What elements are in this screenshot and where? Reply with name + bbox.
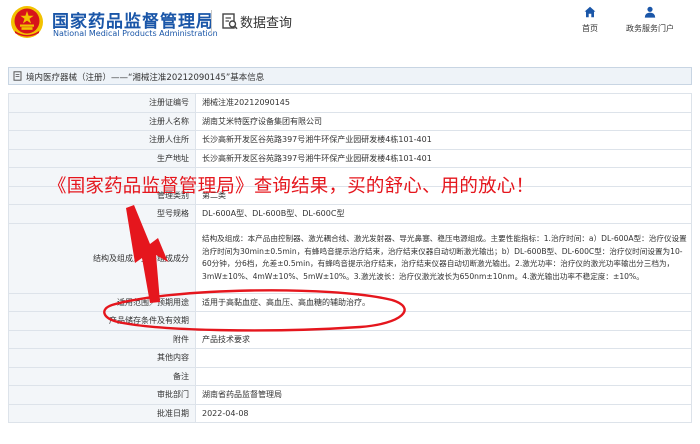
table-row: 结构及组成／主要组成成分 结构及组成：本产品由控制器、激光耦合线、激光发射器、导… xyxy=(8,222,692,294)
field-value: 湘械注准20212090145 xyxy=(195,93,692,113)
nav-home[interactable]: 首页 xyxy=(575,6,605,38)
field-value: DL-600A型、DL-600B型、DL-600C型 xyxy=(195,204,692,224)
field-value: 湖南省药品监督管理局 xyxy=(195,385,692,405)
data-query-icon xyxy=(222,13,238,30)
breadcrumb-text: 境内医疗器械（注册）——“湘械注准20212090145”基本信息 xyxy=(26,73,265,83)
national-emblem-icon xyxy=(11,6,43,38)
table-row: 注册证编号 湘械注准20212090145 xyxy=(8,93,692,113)
nav-government-service[interactable]: 政务服务门户 xyxy=(622,6,678,38)
nav-government-service-label: 政务服务门户 xyxy=(626,24,674,33)
table-row: 注册人名称 湖南艾米特医疗设备集团有限公司 xyxy=(8,111,692,131)
field-label: 附件 xyxy=(8,329,196,349)
table-row: 产品储存条件及有效期 xyxy=(8,311,692,331)
field-value: 结构及组成：本产品由控制器、激光耦合线、激光发射器、导光鼻塞、稳压电源组成。主要… xyxy=(195,222,692,294)
field-label: 结构及组成／主要组成成分 xyxy=(8,222,196,294)
nav-home-label: 首页 xyxy=(582,24,598,33)
field-value: 长沙高新开发区谷苑路397号湘牛环保产业园研发楼4栋101-401 xyxy=(195,130,692,150)
table-row: 附件 产品技术要求 xyxy=(8,329,692,349)
field-label: 产品储存条件及有效期 xyxy=(8,311,196,331)
field-label: 备注 xyxy=(8,366,196,386)
table-row: 备注 xyxy=(8,366,692,386)
promo-overlay-banner: 《国家药品监督管理局》查询结果，买的舒心、用的放心！ xyxy=(48,176,535,197)
document-icon xyxy=(13,71,22,81)
field-value: 湖南艾米特医疗设备集团有限公司 xyxy=(195,111,692,131)
field-label: 型号规格 xyxy=(8,204,196,224)
field-value xyxy=(195,366,692,386)
table-row: 适用范围／预期用途 适用于高黏血症、高血压、高血糖的辅助治疗。 xyxy=(8,292,692,312)
table-row: 型号规格 DL-600A型、DL-600B型、DL-600C型 xyxy=(8,204,692,224)
field-value xyxy=(195,311,692,331)
data-query-title[interactable]: 数据查询 xyxy=(240,12,292,31)
brand-subtitle: National Medical Products Administration xyxy=(53,29,218,38)
registration-detail-table: 注册证编号 湘械注准20212090145 注册人名称 湖南艾米特医疗设备集团有… xyxy=(8,93,692,423)
field-value: 产品技术要求 xyxy=(195,329,692,349)
field-label: 注册人住所 xyxy=(8,130,196,150)
table-row: 审批部门 湖南省药品监督管理局 xyxy=(8,385,692,405)
user-icon xyxy=(644,6,656,18)
field-label: 注册人名称 xyxy=(8,111,196,131)
table-row: 批准日期 2022-04-08 xyxy=(8,403,692,423)
table-row: 其他内容 xyxy=(8,348,692,368)
field-value: 2022-04-08 xyxy=(195,403,692,423)
field-value: 长沙高新开发区谷苑路397号湘牛环保产业园研发楼4栋101-401 xyxy=(195,148,692,168)
table-row: 生产地址 长沙高新开发区谷苑路397号湘牛环保产业园研发楼4栋101-401 xyxy=(8,148,692,168)
header-divider xyxy=(211,10,212,34)
table-row: 注册人住所 长沙高新开发区谷苑路397号湘牛环保产业园研发楼4栋101-401 xyxy=(8,130,692,150)
field-label: 审批部门 xyxy=(8,385,196,405)
field-label: 批准日期 xyxy=(8,403,196,423)
field-label: 其他内容 xyxy=(8,348,196,368)
field-value: 适用于高黏血症、高血压、高血糖的辅助治疗。 xyxy=(195,292,692,312)
home-icon xyxy=(584,6,596,18)
field-label: 注册证编号 xyxy=(8,93,196,113)
breadcrumb: 境内医疗器械（注册）——“湘械注准20212090145”基本信息 xyxy=(8,67,692,85)
field-label: 生产地址 xyxy=(8,148,196,168)
field-label: 适用范围／预期用途 xyxy=(8,292,196,312)
site-header: 国家药品监督管理局 National Medical Products Admi… xyxy=(0,0,700,48)
field-value xyxy=(195,348,692,368)
